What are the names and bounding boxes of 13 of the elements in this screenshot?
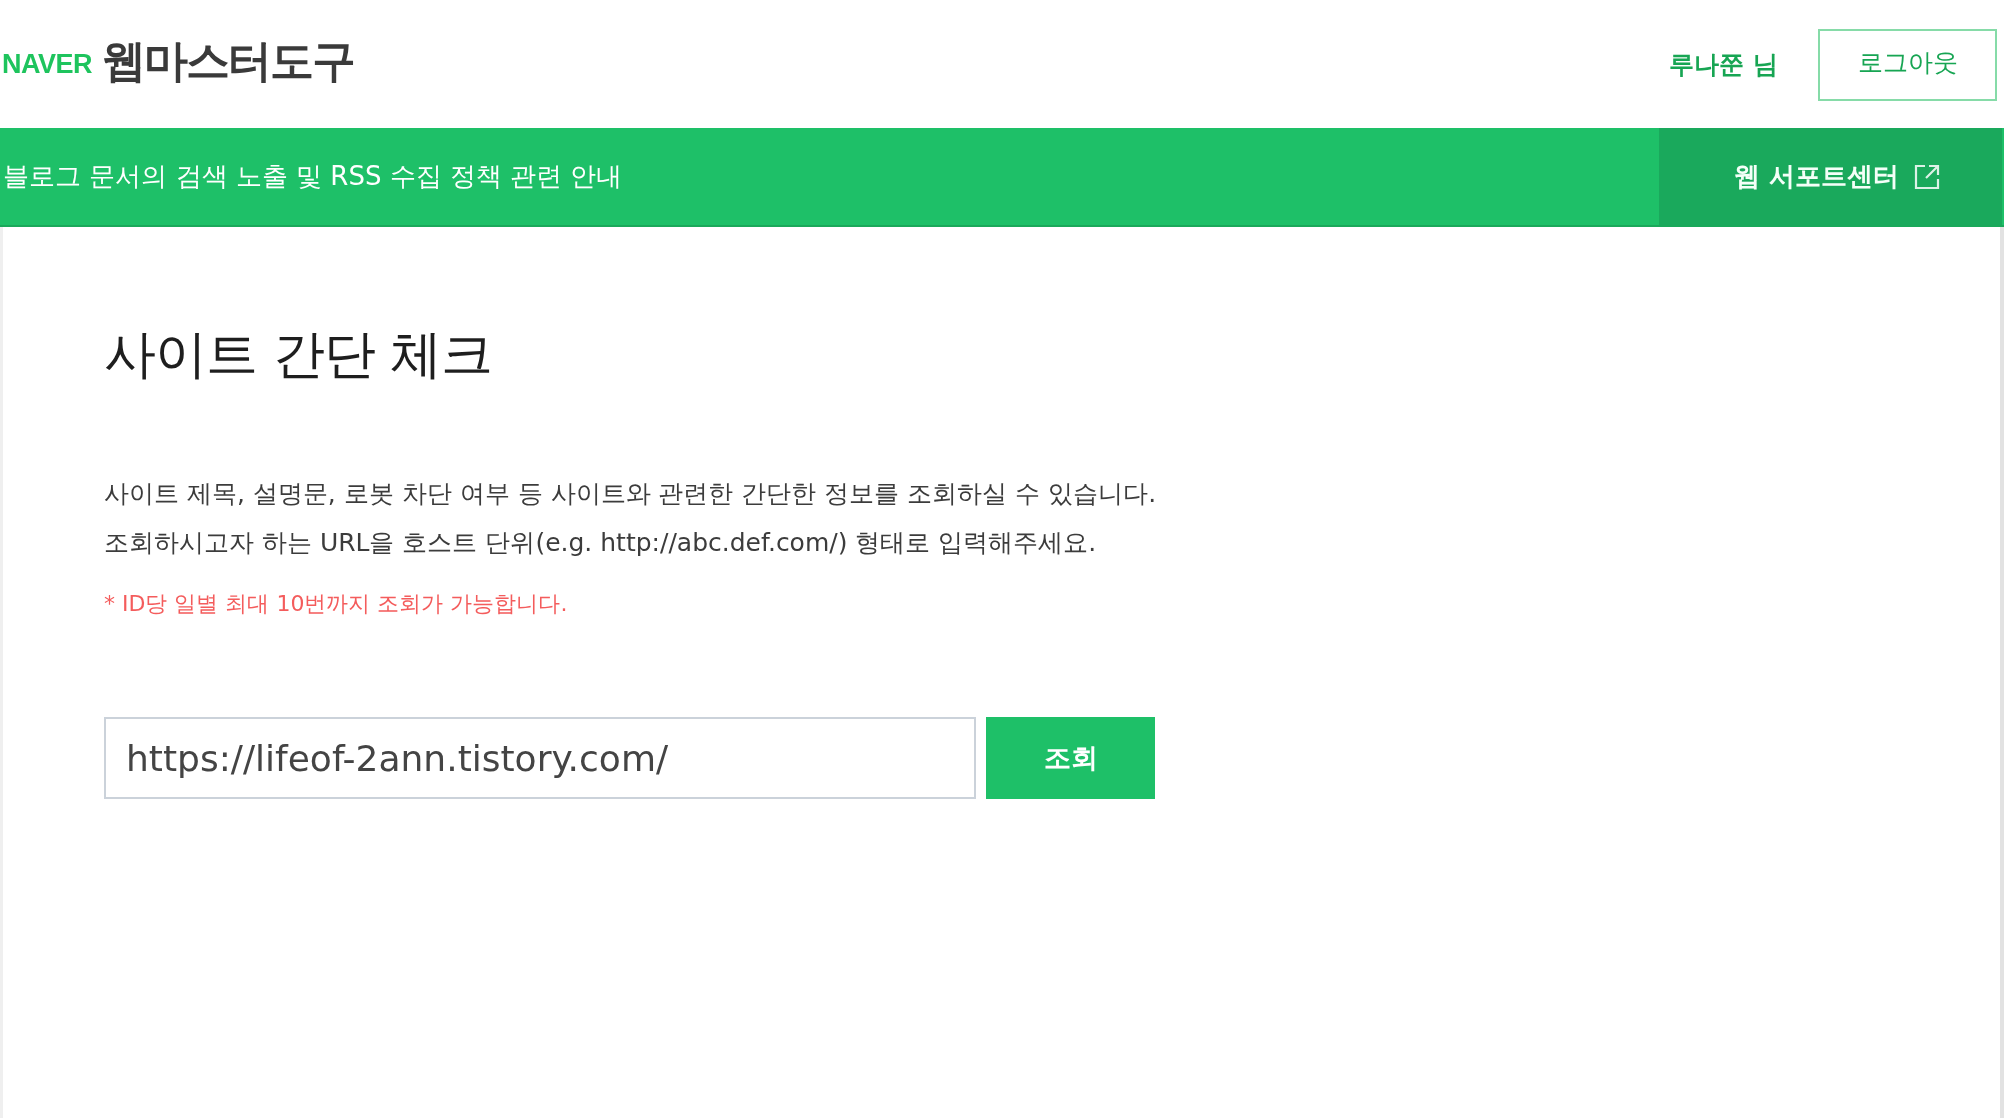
lookup-button[interactable]: 조회 [986, 717, 1155, 799]
logout-button[interactable]: 로그아웃 [1818, 29, 1997, 101]
url-input-field[interactable]: https://lifeof-2ann.tistory.com/ [104, 717, 976, 799]
support-center-link[interactable]: 웹 서포트센터 [1659, 128, 2002, 225]
page-title: 사이트 간단 체크 [104, 323, 494, 385]
notice-link[interactable]: 블로그 문서의 검색 노출 및 RSS 수집 정책 관련 안내 [0, 128, 1659, 225]
site-title[interactable]: 웹마스터도구 [102, 31, 354, 91]
description-text: 사이트 제목, 설명문, 로봇 차단 여부 등 사이트와 관련한 간단한 정보를 조회하실 수 있습니다. [104, 478, 1158, 510]
limit-note: * ID당 일별 최대 10번까지 조회가 가능합니다. [104, 590, 569, 618]
external-link-icon [1913, 162, 1942, 191]
description-text: 조회하시고자 하는 URL을 호스트 단위(e.g. http://abc.def.com/) 형태로 입력해주세요. [104, 527, 1098, 559]
user-name: 루나쭌 님 [1669, 48, 1778, 81]
brand-logo[interactable]: NAVER [2, 48, 92, 80]
